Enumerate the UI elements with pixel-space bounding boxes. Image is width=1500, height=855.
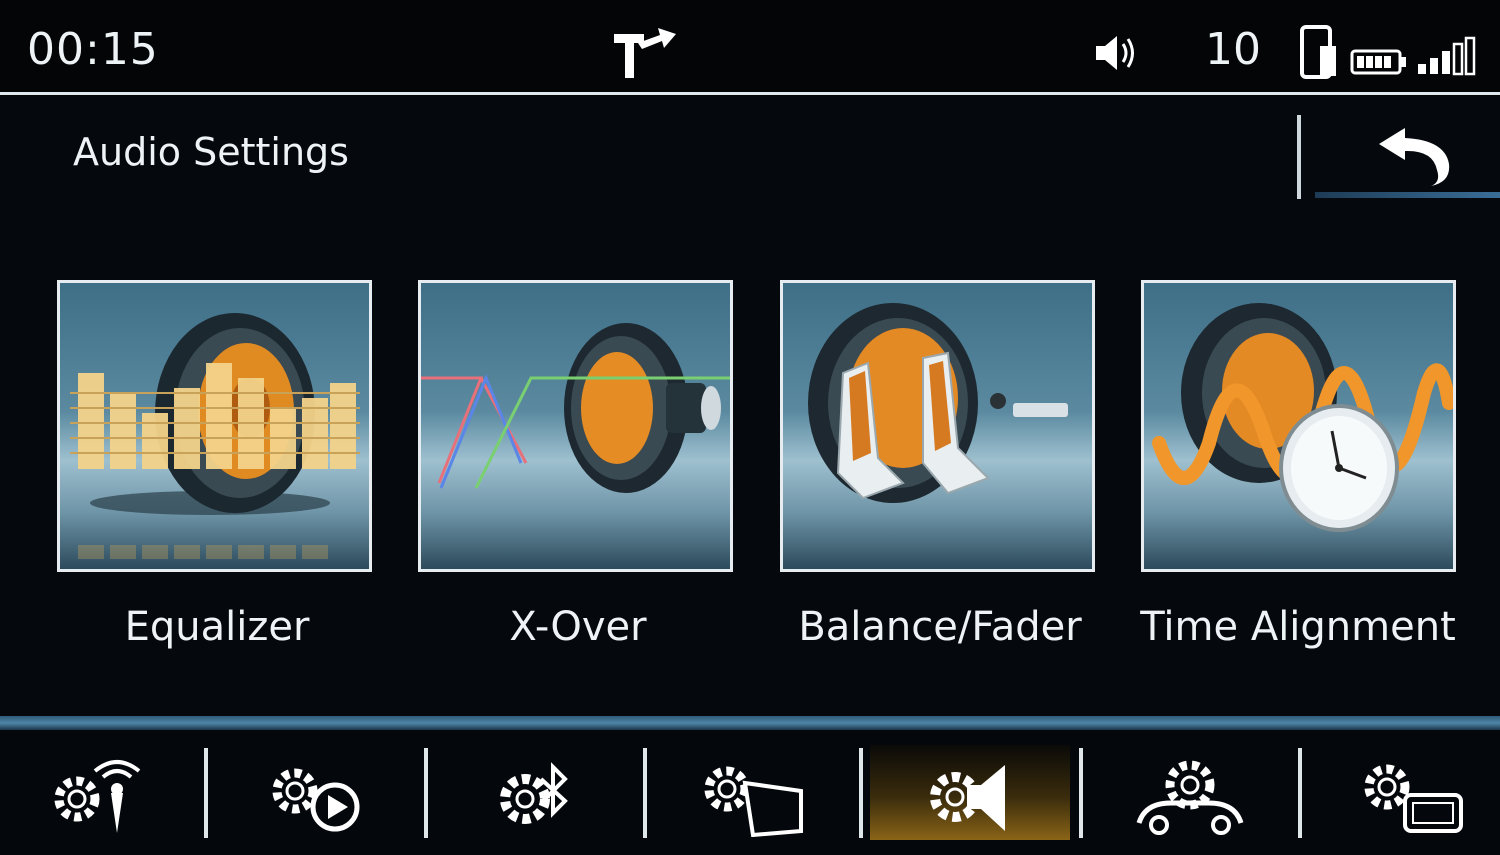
- nav-separator: [643, 748, 647, 838]
- crossover-speaker-icon: [418, 280, 733, 572]
- nav-separator: [1079, 748, 1083, 838]
- tile-label-equalizer: Equalizer: [124, 604, 310, 650]
- back-separator: [1297, 115, 1301, 199]
- back-button[interactable]: [1305, 110, 1500, 202]
- navigation-turn-icon[interactable]: [610, 22, 680, 82]
- bottom-bar-edge: [0, 716, 1500, 730]
- nav-separator: [424, 748, 428, 838]
- tile-time-alignment[interactable]: [1141, 280, 1456, 572]
- gear-speaker-icon: [930, 765, 1005, 831]
- gear-screen-icon: [1364, 764, 1463, 833]
- tile-label-balance-fader: Balance/Fader: [798, 604, 1082, 650]
- nav-media-settings[interactable]: [216, 745, 416, 840]
- signal-icon: [1418, 36, 1476, 76]
- equalizer-speaker-icon: [57, 280, 372, 572]
- balance-fader-seats-icon: [780, 280, 1095, 572]
- back-button-underline: [1315, 192, 1500, 198]
- gear-bluetooth-icon: [500, 762, 568, 824]
- tile-label-x-over: X-Over: [509, 604, 647, 650]
- gear-antenna-icon: [54, 760, 141, 833]
- nav-audio-settings[interactable]: [870, 745, 1070, 840]
- volume-level: 10: [1205, 24, 1261, 75]
- nav-vehicle-settings[interactable]: [1090, 745, 1290, 840]
- status-divider: [0, 92, 1500, 95]
- battery-icon: [1350, 49, 1406, 75]
- nav-system-settings[interactable]: [1310, 745, 1500, 840]
- nav-separator: [1298, 748, 1302, 838]
- tile-balance-fader[interactable]: [780, 280, 1095, 572]
- gear-car-icon: [1136, 760, 1244, 835]
- nav-display-settings[interactable]: [652, 745, 852, 840]
- status-bar: 00:15 10: [0, 0, 1500, 96]
- clock: 00:15: [27, 24, 159, 75]
- nav-separator: [859, 748, 863, 838]
- phone-icon: [1300, 25, 1336, 79]
- gear-display-icon: [704, 766, 803, 837]
- tile-x-over[interactable]: [418, 280, 733, 572]
- nav-radio-settings[interactable]: [0, 745, 200, 840]
- nav-separator: [204, 748, 208, 838]
- page-title: Audio Settings: [73, 130, 349, 174]
- nav-bluetooth-settings[interactable]: [434, 745, 634, 840]
- back-arrow-icon: [1379, 128, 1450, 186]
- tile-equalizer[interactable]: [57, 280, 372, 572]
- time-alignment-clock-icon: [1141, 280, 1456, 572]
- speaker-icon[interactable]: [1093, 32, 1137, 74]
- tile-label-time-alignment: Time Alignment: [1140, 604, 1456, 650]
- gear-play-icon: [272, 768, 360, 832]
